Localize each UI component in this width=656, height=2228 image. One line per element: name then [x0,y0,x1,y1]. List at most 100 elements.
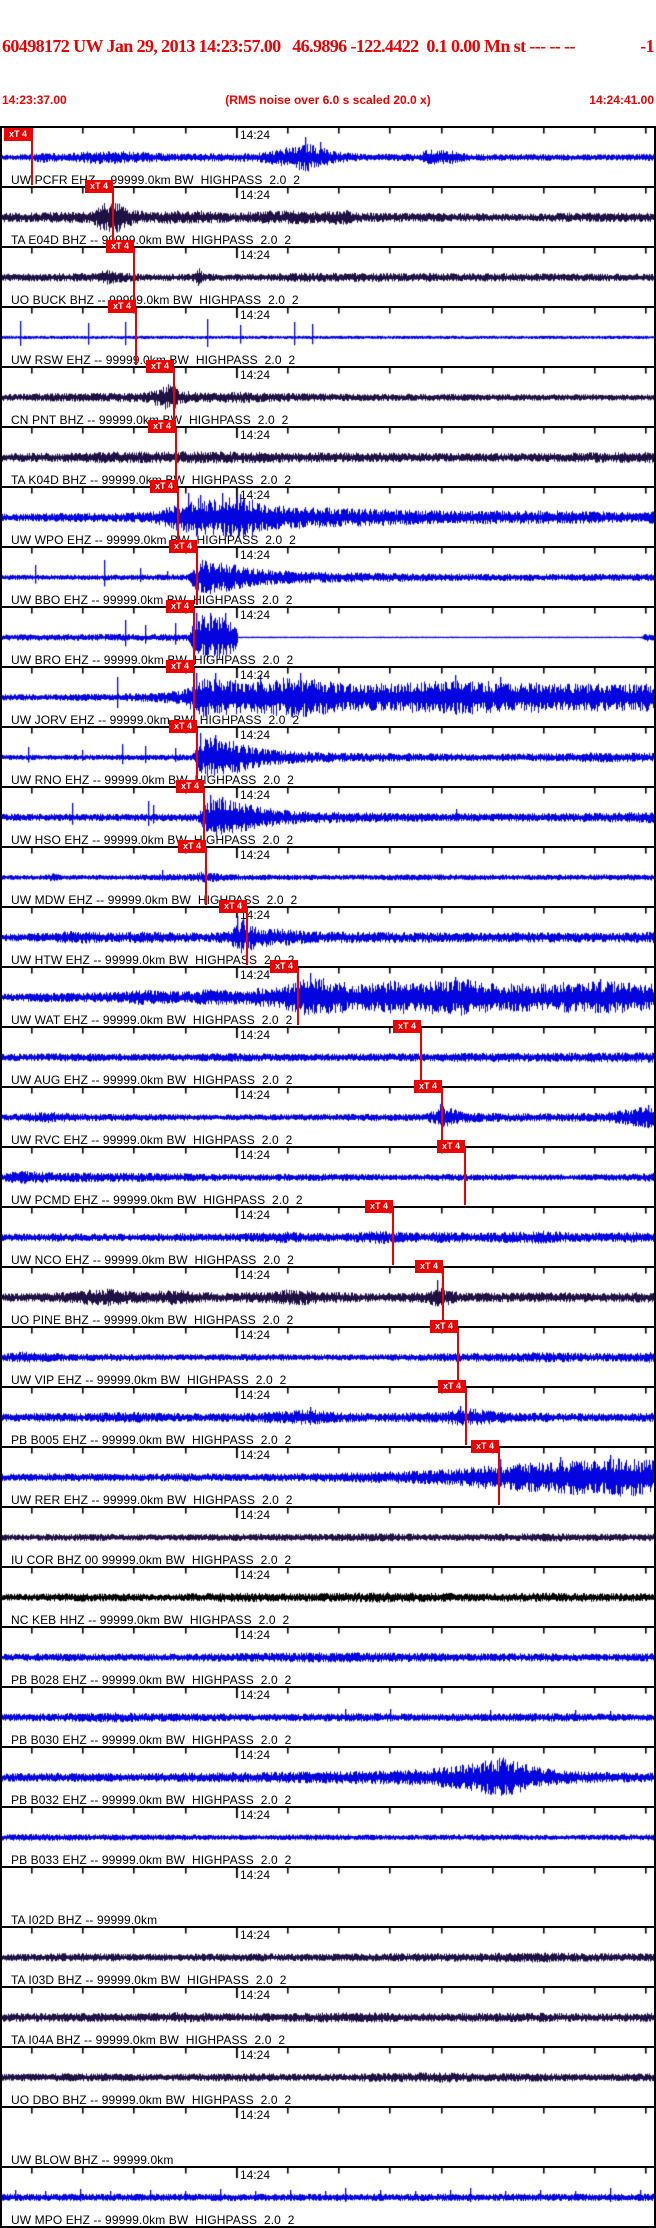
pick-line[interactable] [196,548,198,605]
time-tick-label: 14:24 [240,848,271,862]
trace-row[interactable]: 14:24 UW AUG EHZ -- 99999.0km BW HIGHPASS… [2,1020,654,1087]
pick-line[interactable] [193,608,195,665]
trace-row[interactable]: 14:24 NC KEB HHZ -- 99999.0km BW HIGHPASS… [2,1566,654,1627]
pick-line[interactable] [135,308,137,365]
trace-label: PB B005 EHZ -- 99999.0km BW HIGHPASS 2.0… [11,1433,292,1447]
pick-line[interactable] [297,968,299,1025]
trace-row[interactable]: 14:24 UW JORV EHZ -- 99999.0km BW HIGHPAS… [2,660,654,727]
window-end-time: 14:24:41.00 [589,93,654,107]
trace-row[interactable]: 14:24 UW RNO EHZ -- 99999.0km BW HIGHPASS… [2,720,654,787]
trace-row[interactable]: 14:24 UW RVC EHZ -- 99999.0km BW HIGHPASS… [2,1080,654,1147]
pick-flag[interactable]: xT 4 [166,660,194,673]
trace-row[interactable]: 14:24 IU COR BHZ 00 99999.0km BW HIGHPASS… [2,1506,654,1567]
pick-line[interactable] [420,1028,422,1085]
trace-row[interactable]: 14:24 TA I04A BHZ -- 99999.0km BW HIGHPAS… [2,1986,654,2047]
time-tick-label: 14:24 [240,728,271,742]
trace-label: UW RVC EHZ -- 99999.0km BW HIGHPASS 2.0 … [11,1133,293,1147]
pick-flag[interactable]: xT 4 [176,780,204,793]
pick-flag[interactable]: xT 4 [169,540,197,553]
pick-line[interactable] [392,1208,394,1265]
pick-line[interactable] [112,188,114,245]
pick-line[interactable] [464,1148,466,1205]
pick-flag[interactable]: xT 4 [106,240,134,253]
trace-row[interactable]: 14:24 UW VIP EHZ -- 99999.0km BW HIGHPASS… [2,1320,654,1387]
pick-flag[interactable]: xT 4 [219,900,247,913]
trace-row[interactable]: 14:24 UW NCO EHZ -- 99999.0km BW HIGHPASS… [2,1200,654,1267]
trace-row[interactable]: 14:24 UO DBO BHZ -- 99999.0km BW HIGHPASS… [2,2046,654,2107]
trace-row[interactable]: 14:24 PB B005 EHZ -- 99999.0km BW HIGHPAS… [2,1380,654,1447]
pick-flag[interactable]: xT 4 [85,180,113,193]
pick-flag[interactable]: xT 4 [148,420,176,433]
time-tick-label: 14:24 [240,1808,271,1822]
trace-label: UO PINE BHZ -- 99999.0km BW HIGHPASS 2.0… [11,1313,294,1327]
pick-flag[interactable]: xT 4 [178,840,206,853]
trace-row[interactable]: 14:24 UW PCFR EHZ -- 99999.0km BW HIGHPAS… [2,128,654,187]
trace-label: UW BLOW BHZ -- 99999.0km [11,2153,174,2167]
trace-row[interactable]: 14:24 UW RER EHZ -- 99999.0km BW HIGHPASS… [2,1440,654,1507]
trace-row[interactable]: 14:24 PB B033 EHZ -- 99999.0km BW HIGHPAS… [2,1806,654,1867]
trace-row[interactable]: 14:24 UW BBO EHZ -- 99999.0km BW HIGHPASS… [2,540,654,607]
trace-row[interactable]: 14:24 TA I03D BHZ -- 99999.0km BW HIGHPAS… [2,1926,654,1987]
trace-row[interactable]: 14:24 UW MDW EHZ -- 99999.0km BW HIGHPASS… [2,840,654,907]
pick-flag[interactable]: xT 4 [146,360,174,373]
pick-line[interactable] [246,908,248,965]
pick-flag[interactable]: xT 4 [166,600,194,613]
pick-flag[interactable]: xT 4 [438,1380,466,1393]
pick-flag[interactable]: xT 4 [365,1200,393,1213]
pick-flag[interactable]: xT 4 [169,720,197,733]
trace-row[interactable]: 14:24UW RSW EHZ -- 99999.0km BW HIGHPASS… [2,300,654,367]
event-summary: 60498172 UW Jan 29, 2013 14:23:57.00 46.… [2,36,576,56]
trace-row[interactable]: 14:24 UO PINE BHZ -- 99999.0km BW HIGHPAS… [2,1260,654,1327]
pick-line[interactable] [133,248,135,305]
time-tick-label: 14:24 [240,2048,271,2062]
trace-row[interactable]: 14:24 UW BRO EHZ -- 99999.0km BW HIGHPASS… [2,600,654,667]
trace-row[interactable]: 14:24 PB B030 EHZ -- 99999.0km BW HIGHPAS… [2,1686,654,1747]
time-tick-label: 14:24 [240,128,271,142]
trace-label: NC KEB HHZ -- 99999.0km BW HIGHPASS 2.0 … [11,1613,290,1627]
trace-row[interactable]: 14:24 UW MPO EHZ -- 99999.0km BW HIGHPASS… [2,2166,654,2227]
pick-line[interactable] [457,1328,459,1385]
pick-line[interactable] [441,1088,443,1145]
pick-line[interactable] [203,788,205,845]
pick-line[interactable] [442,1268,444,1325]
pick-line[interactable] [175,428,177,485]
pick-flag[interactable]: xT 4 [150,480,178,493]
time-tick-label: 14:24 [240,488,271,502]
trace-row[interactable]: 14:24 PB B032 EHZ -- 99999.0km BW HIGHPAS… [2,1746,654,1807]
trace-row[interactable]: 14:24 UW BLOW BHZ -- 99999.0km [2,2106,654,2167]
trace-label: UW NCO EHZ -- 99999.0km BW HIGHPASS 2.0 … [11,1253,294,1267]
pick-flag[interactable]: xT 4 [4,128,32,141]
trace-row[interactable]: 14:24 TA I02D BHZ -- 99999.0km [2,1866,654,1927]
trace-label: UW RER EHZ -- 99999.0km BW HIGHPASS 2.0 … [11,1493,293,1507]
trace-row[interactable]: 14:24TA K04D BHZ -- 99999.0km BW HIGHPAS… [2,420,654,487]
pick-flag[interactable]: xT 4 [471,1440,499,1453]
pick-flag[interactable]: xT 4 [430,1320,458,1333]
trace-row[interactable]: 14:24 UW PCMD EHZ -- 99999.0km BW HIGHPAS… [2,1140,654,1207]
trace-row[interactable]: 14:24CN PNT BHZ -- 99999.0km BW HIGHPASS… [2,360,654,427]
pick-flag[interactable]: xT 4 [270,960,298,973]
trace-row[interactable]: 14:24 UW HTW EHZ -- 99999.0km BW HIGHPASS… [2,900,654,967]
trace-label: TA I04A BHZ -- 99999.0km BW HIGHPASS 2.0… [11,2033,286,2047]
time-tick-label: 14:24 [240,1028,271,1042]
pick-line[interactable] [498,1448,500,1505]
pick-line[interactable] [193,668,195,725]
pick-flag[interactable]: xT 4 [415,1260,443,1273]
trace-row[interactable]: 14:24 UW HSO EHZ -- 99999.0km BW HIGHPASS… [2,780,654,847]
trace-row[interactable]: 14:24 UO BUCK BHZ -- 99999.0km BW HIGHPAS… [2,240,654,307]
pick-line[interactable] [177,488,179,545]
trace-label: UW MPO EHZ -- 99999.0km BW HIGHPASS 2.0 … [11,2213,295,2227]
pick-flag[interactable]: xT 4 [437,1140,465,1153]
event-summary-line: 60498172 UW Jan 29, 2013 14:23:57.00 46.… [2,36,655,57]
trace-row[interactable]: 14:24 TA E04D BHZ -- 99999.0km BW HIGHPAS… [2,180,654,247]
pick-line[interactable] [173,368,175,425]
pick-flag[interactable]: xT 4 [393,1020,421,1033]
pick-line[interactable] [196,728,198,785]
pick-line[interactable] [205,848,207,905]
pick-flag[interactable]: xT 4 [108,300,136,313]
pick-line[interactable] [465,1388,467,1445]
time-tick-label: 14:24 [240,548,271,562]
trace-row[interactable]: 14:24 PB B028 EHZ -- 99999.0km BW HIGHPAS… [2,1626,654,1687]
pick-flag[interactable]: xT 4 [414,1080,442,1093]
trace-row[interactable]: 14:24 UW WAT EHZ -- 99999.0km BW HIGHPASS… [2,960,654,1027]
trace-row[interactable]: 14:24 UW WPO EHZ -- 99999.0km BW HIGHPASS… [2,480,654,547]
